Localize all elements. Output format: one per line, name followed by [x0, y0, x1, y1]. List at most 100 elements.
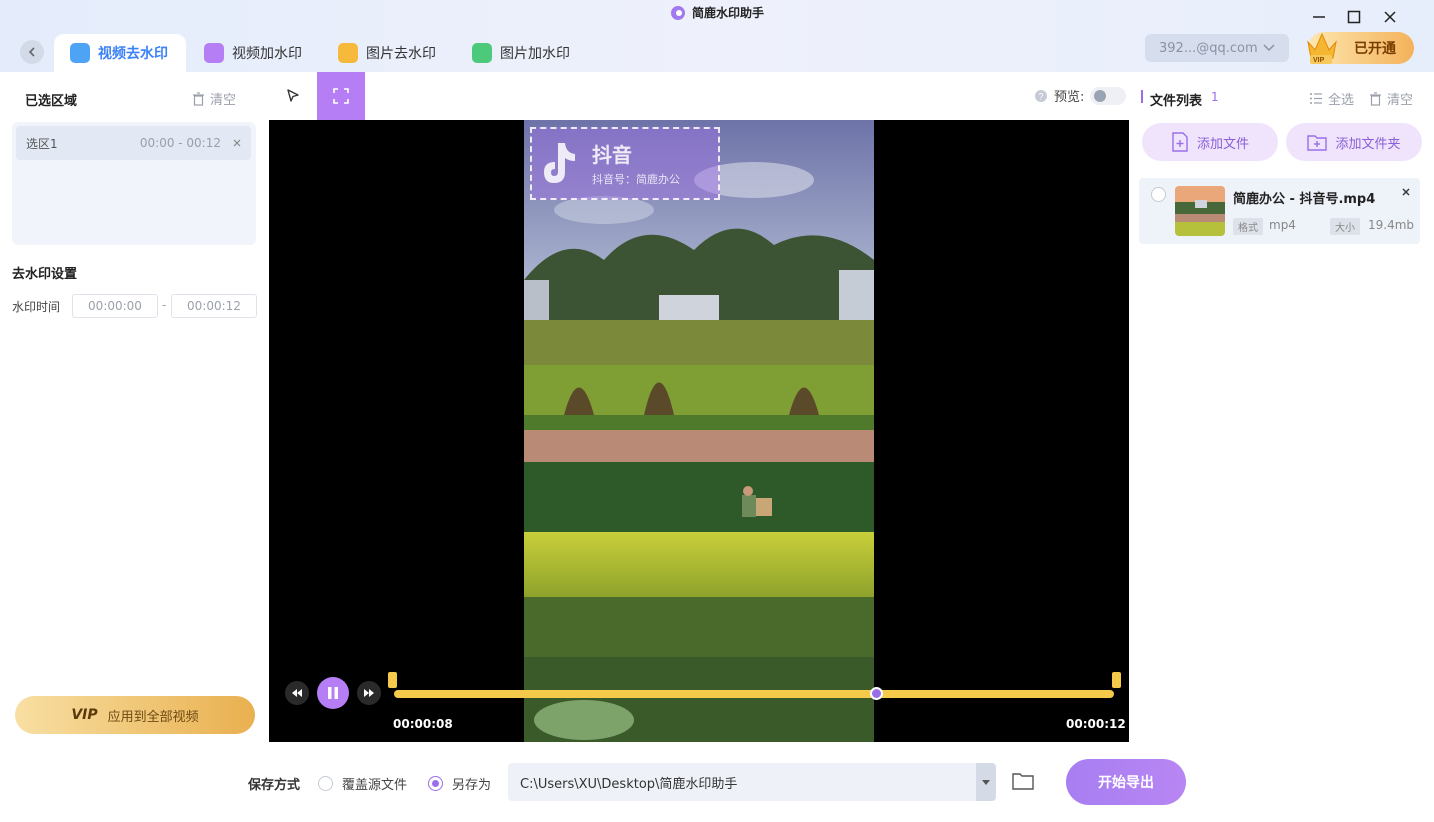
overwrite-label: 覆盖源文件 [342, 778, 408, 793]
overwrite-radio[interactable] [318, 776, 333, 791]
output-path-field[interactable]: C:\Users\XU\Desktop\简鹿水印助手 [508, 763, 996, 801]
add-file-label: 添加文件 [1196, 136, 1249, 152]
list-check-icon [1310, 93, 1322, 104]
pause-button[interactable] [317, 677, 349, 709]
frame-select-icon [333, 88, 349, 104]
apply-all-label: 应用到全部视频 [107, 709, 199, 725]
watermark-selection-box[interactable]: 抖音 抖音号：简鹿办公 [530, 127, 720, 200]
remove-file-icon[interactable] [1402, 188, 1410, 196]
file-count: 1 [1211, 90, 1219, 104]
clear-files-button[interactable]: 清空 [1369, 89, 1413, 108]
timeline-start-handle[interactable] [388, 672, 397, 688]
region-item[interactable]: 选区1 00:00 - 00:12 [16, 126, 251, 160]
open-folder-button[interactable] [1012, 771, 1034, 791]
video-frame [524, 120, 874, 742]
file-name: 简鹿办公 - 抖音号.mp4 [1233, 192, 1376, 207]
pause-icon [328, 687, 338, 699]
watermark-account-text: 抖音号：简鹿办公 [592, 173, 680, 186]
size-tag: 大小 [1330, 218, 1360, 235]
tiktok-logo-icon [544, 143, 575, 183]
region-name: 选区1 [26, 136, 58, 151]
pointer-tool[interactable] [269, 72, 317, 120]
add-folder-label: 添加文件夹 [1335, 136, 1401, 152]
timeline-track[interactable] [394, 690, 1114, 698]
forward-button[interactable] [357, 681, 381, 705]
tab-video-add[interactable]: 视频加水印 [188, 34, 318, 72]
add-folder-button[interactable]: 添加文件夹 [1286, 123, 1422, 161]
file-item[interactable]: 简鹿办公 - 抖音号.mp4 格式 mp4 大小 19.4mb [1139, 178, 1420, 244]
maximize-button[interactable] [1343, 6, 1365, 28]
current-time: 00:00:08 [393, 717, 453, 731]
tab-label: 图片去水印 [366, 46, 436, 62]
remove-region-icon[interactable] [233, 139, 241, 147]
format-tag: 格式 [1233, 218, 1263, 235]
video-player[interactable]: 抖音 抖音号：简鹿办公 00:00:08 00:00:12 [269, 120, 1129, 742]
video-remove-icon [70, 43, 90, 63]
preview-toggle[interactable] [1090, 86, 1127, 105]
vip-badge: VIP [71, 707, 98, 723]
tab-label: 视频加水印 [232, 46, 302, 62]
trash-icon [193, 91, 204, 106]
path-dropdown-button[interactable] [976, 763, 996, 801]
svg-text:VIP: VIP [1313, 57, 1325, 64]
apply-all-videos-button[interactable]: VIP 应用到全部视频 [15, 696, 255, 734]
app-title-text: 简鹿水印助手 [691, 6, 764, 20]
folder-plus-icon [1307, 135, 1328, 151]
minimize-button[interactable] [1308, 6, 1330, 28]
overwrite-option[interactable]: 覆盖源文件 [318, 774, 407, 793]
account-email: 392...@qq.com [1159, 40, 1258, 56]
time-start-input[interactable]: 00:00:00 [72, 294, 158, 318]
svg-text:?: ? [1039, 91, 1044, 101]
region-select-tool[interactable] [317, 72, 365, 120]
region-range: 00:00 - 00:12 [139, 136, 221, 150]
chevron-down-icon [1263, 44, 1275, 52]
file-checkbox[interactable] [1151, 187, 1166, 202]
vip-label: 已开通 [1354, 41, 1396, 57]
file-format: mp4 [1269, 218, 1296, 232]
tab-label: 图片加水印 [500, 46, 570, 62]
clear-label: 清空 [1387, 93, 1414, 108]
close-button[interactable] [1379, 6, 1401, 28]
cursor-arrow-icon [287, 89, 299, 102]
file-plus-icon [1172, 132, 1188, 152]
save-as-label: 另存为 [452, 778, 492, 793]
clear-regions-button[interactable]: 清空 [192, 89, 236, 108]
file-list-title: 文件列表 [1150, 94, 1203, 109]
account-dropdown[interactable]: 392...@qq.com [1145, 34, 1289, 62]
rewind-button[interactable] [285, 681, 309, 705]
image-remove-icon [338, 43, 358, 63]
caret-down-icon [982, 779, 990, 785]
watermark-brand-text: 抖音 [592, 143, 632, 167]
timeline-end-handle[interactable] [1112, 672, 1121, 688]
video-add-icon [204, 43, 224, 63]
image-add-icon [472, 43, 492, 63]
select-all-button[interactable]: 全选 [1309, 89, 1354, 108]
playhead[interactable] [869, 687, 883, 700]
file-thumbnail [1175, 186, 1225, 236]
back-button[interactable] [20, 40, 44, 64]
tab-image-remove[interactable]: 图片去水印 [322, 34, 452, 72]
rewind-icon [292, 689, 302, 697]
vip-crown-icon: VIP [1304, 28, 1340, 66]
end-time: 00:00:12 [1066, 717, 1126, 731]
start-export-button[interactable]: 开始导出 [1066, 759, 1186, 805]
settings-title: 去水印设置 [12, 267, 78, 282]
folder-icon [1012, 773, 1034, 790]
watermark-time-label: 水印时间 [12, 300, 61, 314]
tab-label: 视频去水印 [98, 46, 168, 62]
clear-label: 清空 [210, 93, 237, 108]
file-size: 19.4mb [1368, 218, 1415, 232]
time-end-input[interactable]: 00:00:12 [171, 294, 257, 318]
list-title-marker [1141, 90, 1143, 103]
save-as-radio[interactable] [428, 776, 443, 791]
save-mode-label: 保存方式 [248, 778, 301, 793]
app-title: 简鹿水印助手 [0, 4, 1434, 21]
save-as-option[interactable]: 另存为 [428, 774, 491, 793]
tab-video-remove[interactable]: 视频去水印 [54, 34, 186, 72]
tab-image-add[interactable]: 图片加水印 [456, 34, 586, 72]
time-separator: - [162, 298, 167, 312]
export-label: 开始导出 [1098, 775, 1154, 791]
chevron-left-icon [28, 47, 35, 57]
select-all-label: 全选 [1328, 93, 1355, 108]
add-file-button[interactable]: 添加文件 [1142, 123, 1278, 161]
